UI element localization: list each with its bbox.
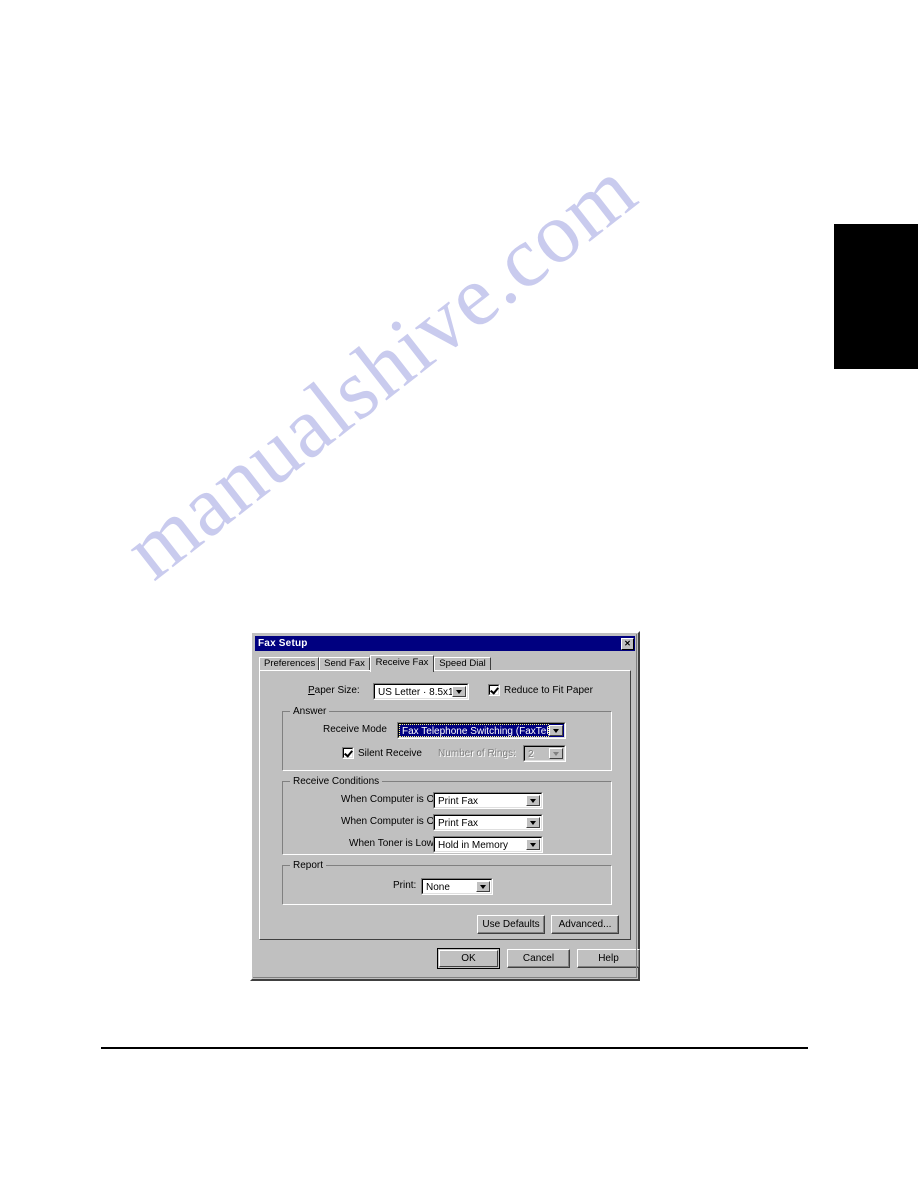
ok-label: OK (439, 950, 498, 967)
paper-size-value: US Letter · 8.5x11 (378, 687, 452, 698)
help-button[interactable]: Help (577, 949, 640, 968)
chevron-down-icon[interactable] (476, 881, 490, 892)
when-computer-on-combo[interactable]: Print Fax (433, 814, 543, 831)
watermark-text: manualshive.com (106, 140, 654, 598)
report-group-title: Report (290, 860, 327, 871)
ok-button[interactable]: OK (437, 948, 500, 969)
chevron-down-icon[interactable] (526, 839, 540, 850)
when-computer-off-label: When Computer is Off: (341, 794, 443, 805)
receive-mode-row: Receive Mode (323, 724, 387, 735)
report-group: Report Print: None (282, 860, 612, 905)
tab-strip: Preferences Send Fax Receive Fax Speed D… (259, 655, 631, 672)
tab-send-fax[interactable]: Send Fax (319, 657, 370, 671)
number-of-rings-row: Number of Rings: (438, 748, 516, 759)
tab-receive-fax-label: Receive Fax (375, 657, 429, 668)
silent-receive-checkbox[interactable]: Silent Receive (342, 747, 422, 759)
help-label: Help (598, 953, 619, 964)
dialog-titlebar[interactable]: Fax Setup ✕ (255, 636, 635, 651)
checkbox-icon[interactable] (488, 684, 500, 696)
when-computer-on-label: When Computer is On: (341, 816, 443, 827)
when-computer-on-value: Print Fax (438, 818, 479, 829)
tab-receive-fax[interactable]: Receive Fax (370, 655, 434, 672)
fax-setup-dialog: Fax Setup ✕ Preferences Send Fax Receive… (250, 631, 640, 981)
tab-speed-dial-label: Speed Dial (439, 658, 486, 669)
receive-conditions-group-title: Receive Conditions (290, 776, 383, 787)
receive-mode-combo[interactable]: Fax Telephone Switching (FaxTel) (397, 722, 566, 739)
advanced-button[interactable]: Advanced... (551, 915, 619, 934)
number-of-rings-label: Number of Rings: (438, 748, 516, 759)
checkbox-icon[interactable] (342, 747, 354, 759)
number-of-rings-value: 2 (525, 747, 549, 760)
tab-speed-dial[interactable]: Speed Dial (434, 657, 491, 671)
dialog-title: Fax Setup (258, 638, 308, 649)
close-icon[interactable]: ✕ (621, 637, 634, 650)
when-computer-off-combo[interactable]: Print Fax (433, 792, 543, 809)
when-toner-low-row: When Toner is Low: (349, 838, 437, 849)
silent-receive-label: Silent Receive (358, 747, 422, 759)
report-print-value: None (426, 882, 450, 893)
footer-rule (101, 1047, 808, 1049)
receive-mode-value: Fax Telephone Switching (FaxTel) (399, 724, 549, 737)
receive-mode-label: Receive Mode (323, 724, 387, 735)
tab-preferences[interactable]: Preferences (259, 657, 319, 671)
reduce-to-fit-label: Reduce to Fit Paper (504, 684, 593, 696)
paper-size-combo[interactable]: US Letter · 8.5x11 (373, 683, 469, 700)
when-computer-on-row: When Computer is On: (341, 816, 443, 827)
report-print-combo[interactable]: None (421, 878, 493, 895)
receive-conditions-group: Receive Conditions When Computer is Off:… (282, 776, 612, 855)
number-of-rings-combo[interactable]: 2 (523, 745, 566, 762)
use-defaults-button[interactable]: Use Defaults (477, 915, 545, 934)
when-toner-low-label: When Toner is Low: (349, 838, 437, 849)
answer-group: Answer Receive Mode Fax Telephone Switch… (282, 706, 612, 771)
manual-page: manualshive.com Fax Setup ✕ Preferences … (0, 0, 918, 1188)
when-toner-low-value: Hold in Memory (438, 840, 509, 851)
answer-group-title: Answer (290, 706, 330, 717)
use-defaults-label: Use Defaults (482, 919, 540, 930)
tab-preferences-label: Preferences (264, 658, 316, 669)
when-toner-low-combo[interactable]: Hold in Memory (433, 836, 543, 853)
reduce-to-fit-checkbox[interactable]: Reduce to Fit Paper (488, 684, 593, 696)
paper-size-row: Paper Size: (308, 685, 360, 696)
advanced-label: Advanced... (558, 919, 612, 930)
thumb-index-tab (834, 224, 918, 369)
chevron-down-icon[interactable] (549, 725, 563, 736)
receive-fax-panel: Paper Size: US Letter · 8.5x11 Reduce to… (259, 670, 631, 940)
when-computer-off-value: Print Fax (438, 796, 479, 807)
cancel-label: Cancel (522, 953, 555, 964)
tab-send-fax-label: Send Fax (324, 658, 365, 669)
chevron-down-icon[interactable] (452, 686, 466, 697)
chevron-down-icon[interactable] (526, 817, 540, 828)
when-computer-off-row: When Computer is Off: (341, 794, 443, 805)
chevron-down-icon[interactable] (526, 795, 540, 806)
dialog-footer: OK Cancel Help (259, 945, 640, 975)
report-print-label: Print: (393, 880, 417, 891)
report-print-row: Print: (393, 880, 416, 891)
chevron-down-icon[interactable] (549, 748, 563, 759)
cancel-button[interactable]: Cancel (507, 949, 570, 968)
paper-size-label: Paper Size: (308, 685, 360, 696)
